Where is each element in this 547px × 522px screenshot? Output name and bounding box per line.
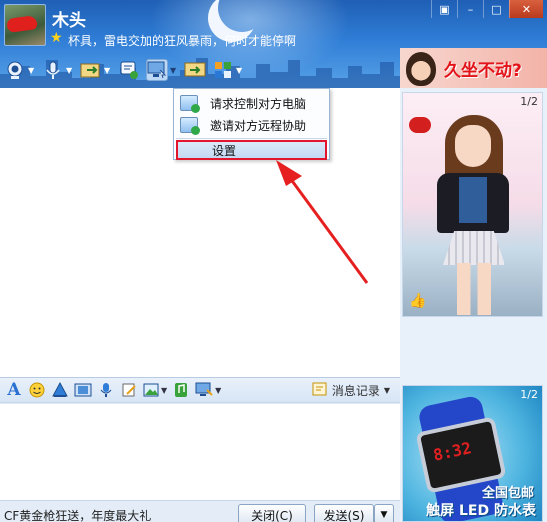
video-call-button[interactable]: ▼ <box>4 57 36 83</box>
music-icon[interactable] <box>172 380 190 400</box>
webcam-icon <box>4 59 26 81</box>
contact-signature: 杯具，雷电交加的狂风暴雨，何时才能停啊 <box>68 34 297 48</box>
chevron-down-icon: ▼ <box>215 385 222 395</box>
send-image-icon[interactable]: ▼ <box>143 380 167 400</box>
apps-grid-icon <box>212 59 234 81</box>
menu-item-request-control[interactable]: 请求控制对方电脑 <box>176 92 327 114</box>
bottom-bar: CF黄金枪狂送，年度最大礼 关闭(C) 发送(S) ▼ <box>0 500 400 522</box>
font-button[interactable]: A <box>5 380 23 400</box>
top-banner-text: 久坐不动? <box>444 61 522 81</box>
message-input-field[interactable] <box>0 404 400 500</box>
chevron-down-icon: ▼ <box>28 65 35 75</box>
avatar-top <box>459 177 487 223</box>
watch-ad[interactable]: 1/2 8:32 全国包邮 触屏 LED 防水表 <box>402 385 543 522</box>
bottom-ad-link[interactable]: CF黄金枪狂送，年度最大礼 <box>4 507 151 522</box>
remote-assist-button[interactable]: ▼ <box>146 57 178 83</box>
apps-button[interactable]: ▼ <box>212 57 244 83</box>
chevron-down-icon: ▼ <box>161 385 168 395</box>
chevron-down-icon: ▼ <box>236 65 243 75</box>
edit-note-icon[interactable] <box>120 380 138 400</box>
skin-menu-button[interactable]: ▣ <box>431 0 457 18</box>
menu-item-label: 邀请对方远程协助 <box>210 118 307 133</box>
menu-item-settings[interactable]: 设置 <box>176 140 327 160</box>
redaction-mark <box>6 14 38 34</box>
shake-window-icon[interactable] <box>51 380 69 400</box>
maximize-button[interactable]: □ <box>483 0 509 18</box>
watch-ad-line1: 全国包邮 <box>481 486 534 501</box>
qq-penguin-badge-icon <box>409 117 431 133</box>
emoji-icon[interactable] <box>28 380 46 400</box>
share-screen-button[interactable] <box>184 57 206 83</box>
screen-capture-icon[interactable]: ▼ <box>195 380 221 400</box>
sms-icon <box>118 59 140 81</box>
remote-control-icon <box>180 95 200 113</box>
menu-separator <box>176 138 327 139</box>
send-file-button[interactable]: ▼ <box>80 57 112 83</box>
file-transfer-icon <box>80 59 102 81</box>
top-banner-ad[interactable]: 久坐不动? <box>400 48 547 88</box>
watch-ad-line2: 触屏 LED 防水表 <box>426 503 536 519</box>
close-window-button[interactable]: ✕ <box>509 0 543 18</box>
star-icon: ★ <box>50 30 63 46</box>
model-face-image <box>406 52 436 86</box>
avatar[interactable] <box>4 4 46 46</box>
menu-item-invite-assist[interactable]: 邀请对方远程协助 <box>176 114 327 136</box>
message-record-label: 消息记录 <box>331 384 380 398</box>
send-sms-button[interactable] <box>118 57 140 83</box>
chat-toolbar: ▼ ▼ ▼ ▼ ▼ <box>4 56 244 84</box>
chevron-down-icon: ▼ <box>170 65 177 75</box>
remote-desktop-icon <box>146 59 168 81</box>
menu-item-label: 设置 <box>212 143 237 158</box>
ad-page-counter: 1/2 <box>520 95 538 108</box>
close-button[interactable]: 关闭(C) <box>238 504 306 522</box>
send-button[interactable]: 发送(S) <box>314 504 374 522</box>
voice-message-icon[interactable] <box>97 380 115 400</box>
voice-call-button[interactable]: ▼ <box>42 57 74 83</box>
message-record-icon <box>312 381 328 400</box>
thumbs-up-icon[interactable]: 👍 <box>409 293 426 309</box>
chevron-down-icon: ▼ <box>104 65 111 75</box>
window-controls: ▣ – □ ✕ <box>431 0 543 18</box>
minimize-button[interactable]: – <box>457 0 483 18</box>
chevron-down-icon: ▼ <box>383 386 390 395</box>
avatar-legs <box>457 263 491 315</box>
remote-assist-icon <box>180 117 200 135</box>
microphone-icon <box>42 59 64 81</box>
input-toolbar: A ▼ ▼ 消息记录 ▼ <box>0 377 400 403</box>
avatar-skirt <box>443 231 505 265</box>
remote-assist-menu: 请求控制对方电脑 邀请对方远程协助 设置 <box>173 88 330 160</box>
show-avatar-ad[interactable]: 1/2 👍 <box>402 92 543 317</box>
screen-share-icon <box>184 59 206 81</box>
avatar-face <box>455 125 491 167</box>
chevron-down-icon: ▼ <box>66 65 73 75</box>
menu-item-label: 请求控制对方电脑 <box>210 96 307 111</box>
message-record-button[interactable]: 消息记录 ▼ <box>312 381 390 400</box>
ad-page-counter: 1/2 <box>520 388 538 401</box>
magic-expression-icon[interactable] <box>74 380 92 400</box>
send-options-button[interactable]: ▼ <box>374 504 394 522</box>
contact-nickname: 木头 <box>52 11 86 31</box>
